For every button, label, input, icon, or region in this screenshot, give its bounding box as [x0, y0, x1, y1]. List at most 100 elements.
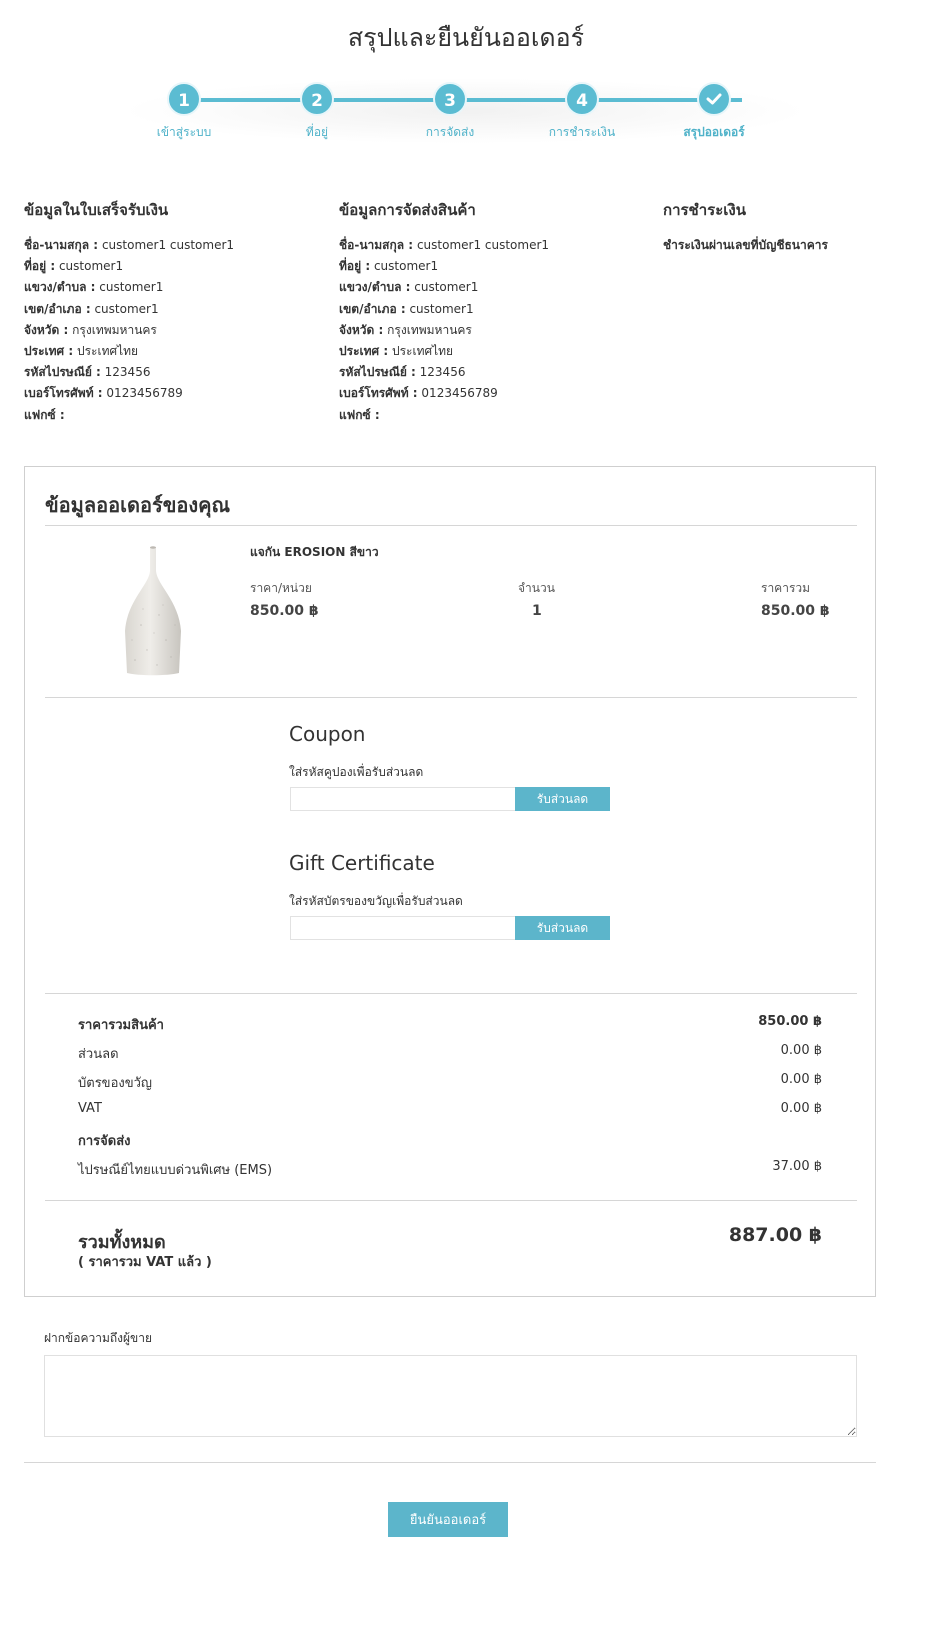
info-value: 123456 [419, 365, 466, 380]
info-label: เขต/อำเภอ : [24, 301, 91, 316]
step-check [697, 82, 731, 116]
info-label: เบอร์โทรศัพท์ : [24, 386, 103, 401]
info-value: customer1 [94, 301, 159, 316]
divider [45, 993, 857, 994]
coupon-help: ใส่รหัสคูปองเพื่อรับส่วนลด [289, 765, 424, 779]
coupon-title: Coupon [289, 722, 366, 746]
step-login[interactable]: 1 เข้าสู่ระบบ [124, 82, 244, 142]
info-value: 123456 [104, 365, 151, 380]
total-price-label: ราคารวม [761, 581, 811, 595]
unit-price-label: ราคา/หน่วย [250, 581, 312, 595]
grand-total-value: 887.00 ฿ [728, 1224, 822, 1246]
info-label: เขต/อำเภอ : [339, 301, 406, 316]
step-shipping[interactable]: 3 การจัดส่ง [390, 82, 510, 142]
discount-label: ส่วนลด [78, 1047, 119, 1062]
info-label: แขวง/ตำบล : [24, 280, 96, 295]
info-value: ประเทศไทย [76, 344, 139, 359]
info-row: เบอร์โทรศัพท์ : 0123456789 [339, 383, 549, 404]
shipping-title: ข้อมูลการจัดส่งสินค้า [339, 201, 476, 219]
step-label: การจัดส่ง [425, 125, 475, 139]
info-label: ที่อยู่ : [339, 259, 371, 274]
info-label: ประเทศ : [339, 344, 389, 359]
gift-value: 0.00 ฿ [780, 1072, 822, 1087]
apply-gift-certificate-button[interactable]: รับส่วนลด [515, 916, 610, 940]
divider [45, 525, 857, 526]
grand-total-note: ( ราคารวม VAT แล้ว ) [78, 1255, 212, 1270]
info-label: ที่อยู่ : [24, 259, 56, 274]
info-row: รหัสไปรษณีย์ : 123456 [339, 362, 549, 383]
billing-title: ข้อมูลในใบเสร็จรับเงิน [24, 201, 169, 219]
step-label: เข้าสู่ระบบ [156, 125, 212, 139]
total-price-value: 850.00 ฿ [761, 603, 830, 619]
info-row: จังหวัด : กรุงเทพมหานคร [24, 320, 234, 341]
info-row: ที่อยู่ : customer1 [339, 256, 549, 277]
product-image[interactable] [121, 545, 185, 677]
info-label: แฟกซ์ : [24, 407, 65, 422]
order-summary-box: ข้อมูลออเดอร์ของคุณ แจกัน EROSION สีขาว … [24, 466, 876, 1297]
info-row: แฟกซ์ : [339, 405, 549, 426]
order-title: ข้อมูลออเดอร์ของคุณ [45, 493, 231, 517]
message-label: ฝากข้อความถึงผู้ขาย [44, 1331, 152, 1345]
info-row: จังหวัด : กรุงเทพมหานคร [339, 320, 549, 341]
info-value: customer1 [373, 259, 439, 274]
info-row: แขวง/ตำบล : customer1 [24, 277, 234, 298]
info-row: เขต/อำเภอ : customer1 [24, 299, 234, 320]
page-title: สรุปและยืนยันออเดอร์ [347, 23, 585, 52]
quantity-label: จำนวน [518, 581, 555, 595]
info-value: กรุงเทพมหานคร [387, 322, 472, 337]
info-row: แขวง/ตำบล : customer1 [339, 277, 549, 298]
info-label: แขวง/ตำบล : [339, 280, 411, 295]
info-row: ชื่อ-นามสกุล : customer1 customer1 [339, 235, 549, 256]
info-row: ที่อยู่ : customer1 [24, 256, 234, 277]
info-row: เบอร์โทรศัพท์ : 0123456789 [24, 383, 234, 404]
step-payment[interactable]: 4 การชำระเงิน [522, 82, 642, 142]
info-value: customer1 [99, 280, 164, 295]
info-value: customer1 customer1 [416, 238, 550, 252]
step-label: ที่อยู่ [305, 125, 329, 139]
info-row: รหัสไปรษณีย์ : 123456 [24, 362, 234, 383]
coupon-input[interactable] [290, 787, 516, 811]
divider [45, 1200, 857, 1201]
info-label: ชื่อ-นามสกุล : [24, 238, 99, 252]
step-address[interactable]: 2 ที่อยู่ [257, 82, 377, 142]
info-row: เขต/อำเภอ : customer1 [339, 299, 549, 320]
gift-certificate-input[interactable] [290, 916, 516, 940]
message-textarea[interactable] [44, 1355, 857, 1437]
confirm-order-button[interactable]: ยืนยันออเดอร์ [388, 1502, 508, 1537]
billing-info: ข้อมูลในใบเสร็จรับเงิน ชื่อ-นามสกุล : cu… [24, 198, 234, 426]
step-number: 3 [433, 82, 467, 116]
info-value: customer1 [409, 301, 474, 316]
info-row: ประเทศ : ประเทศไทย [24, 341, 234, 362]
info-label: ชื่อ-นามสกุล : [339, 238, 414, 252]
shipping-heading: การจัดส่ง [78, 1134, 131, 1149]
subtotal-value: 850.00 ฿ [758, 1014, 822, 1029]
shipping-info: ข้อมูลการจัดส่งสินค้า ชื่อ-นามสกุล : cus… [339, 198, 549, 426]
info-value: กรุงเทพมหานคร [72, 322, 157, 337]
quantity-value: 1 [532, 603, 542, 619]
product-name[interactable]: แจกัน EROSION สีขาว [250, 543, 379, 562]
info-value: ประเทศไทย [391, 344, 454, 359]
vat-value: 0.00 ฿ [780, 1101, 822, 1116]
payment-method: ชำระเงินผ่านเลขที่บัญชีธนาคาร [663, 238, 828, 252]
shipping-value: 37.00 ฿ [772, 1159, 822, 1174]
payment-info: การชำระเงิน ชำระเงินผ่านเลขที่บัญชีธนาคา… [663, 198, 828, 256]
step-summary: สรุปออเดอร์ [654, 82, 774, 142]
info-row: แฟกซ์ : [24, 405, 234, 426]
info-value: 0123456789 [106, 386, 183, 401]
info-label: จังหวัด : [24, 322, 69, 337]
apply-coupon-button[interactable]: รับส่วนลด [515, 787, 610, 811]
info-value: customer1 customer1 [101, 238, 235, 252]
gift-label: บัตรของขวัญ [78, 1076, 152, 1091]
info-row: ชื่อ-นามสกุล : customer1 customer1 [24, 235, 234, 256]
step-number: 2 [300, 82, 334, 116]
shipping-method: ไปรษณีย์ไทยแบบด่วนพิเศษ (EMS) [78, 1163, 273, 1178]
discount-value: 0.00 ฿ [780, 1043, 822, 1058]
info-row: ประเทศ : ประเทศไทย [339, 341, 549, 362]
vat-label: VAT [78, 1101, 102, 1116]
checkout-steps: 1 เข้าสู่ระบบ 2 ที่อยู่ 3 การจัดส่ง 4 กา… [120, 78, 810, 148]
info-label: รหัสไปรษณีย์ : [339, 365, 416, 380]
info-value: customer1 [58, 259, 124, 274]
gift-certificate-title: Gift Certificate [289, 851, 435, 875]
info-value: customer1 [414, 280, 479, 295]
info-label: จังหวัด : [339, 322, 384, 337]
